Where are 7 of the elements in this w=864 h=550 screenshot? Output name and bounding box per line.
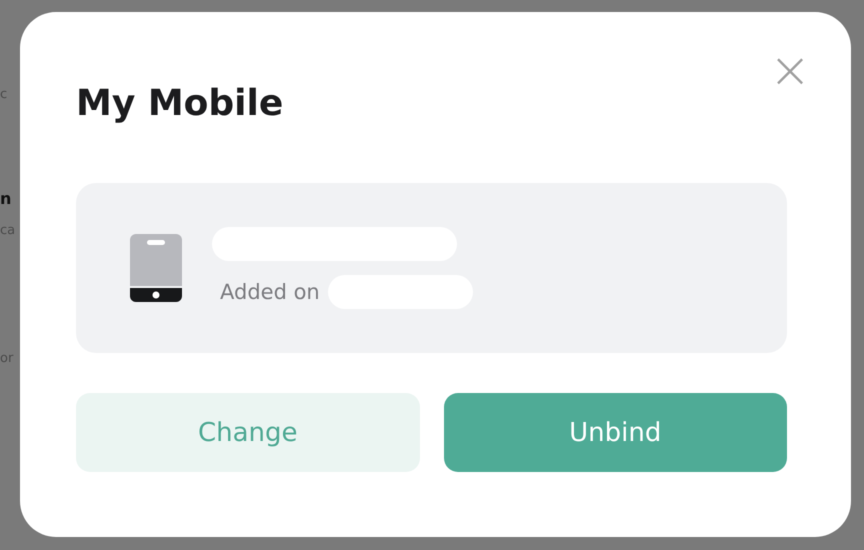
close-button[interactable]: × [769,46,811,94]
added-label: Added on [220,280,320,304]
change-button[interactable]: Change [76,393,420,472]
phone-icon [130,234,182,302]
dialog-title: My Mobile [76,82,284,126]
background-text: n [0,190,12,208]
unbind-button[interactable]: Unbind [444,393,787,472]
